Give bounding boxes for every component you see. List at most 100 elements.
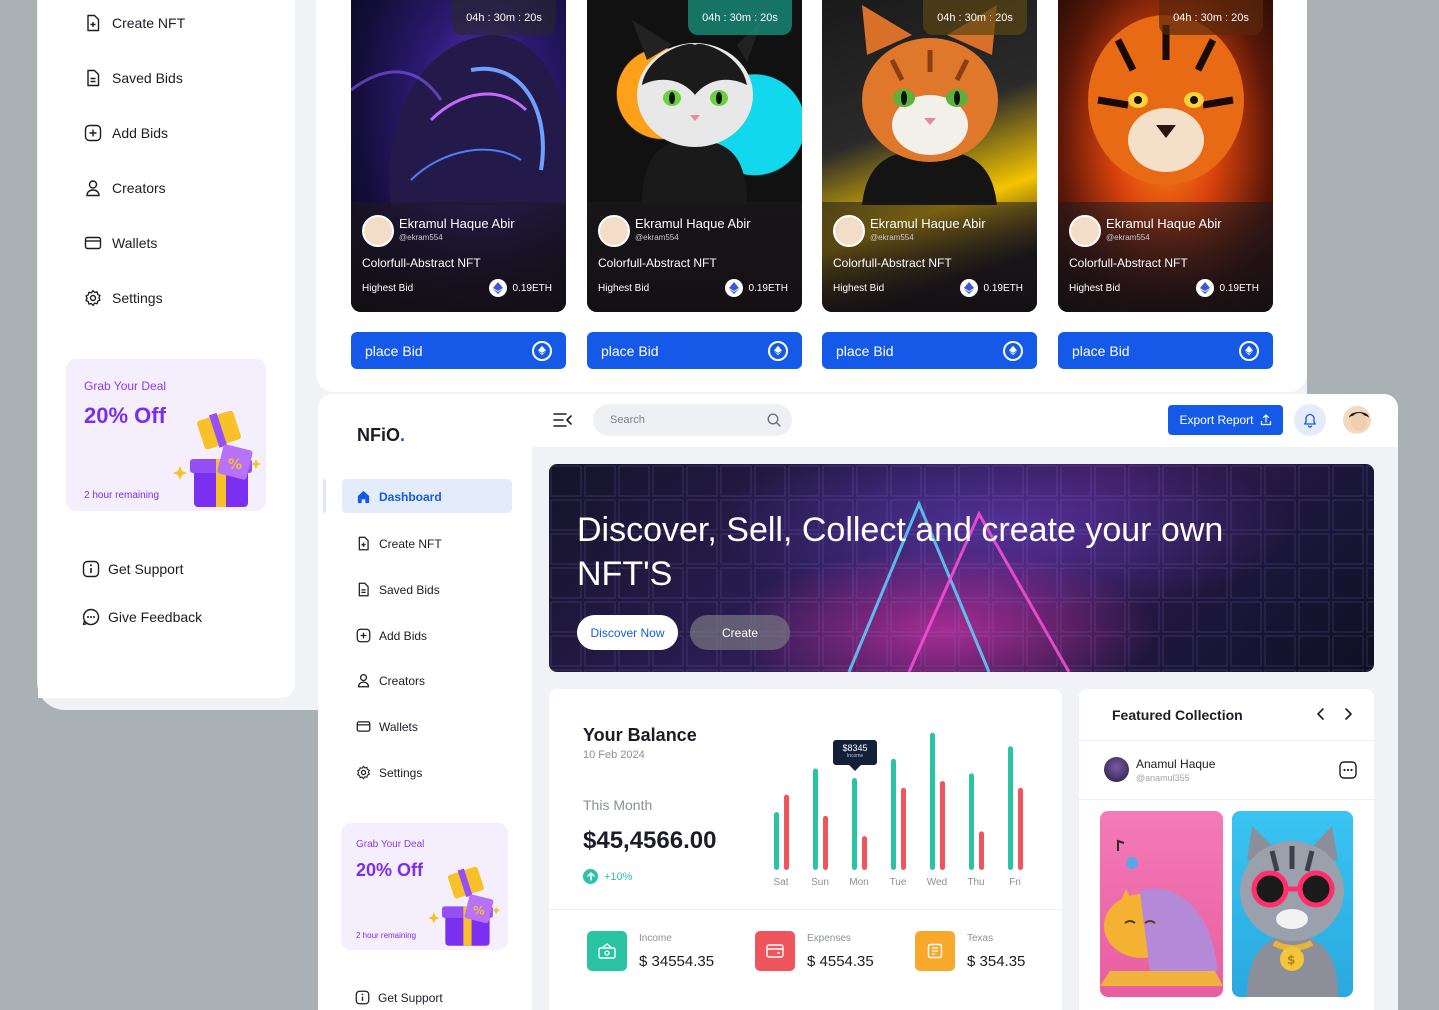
back-nav-creators[interactable]: Creators [84,179,166,197]
promo-label: Grab Your Deal [356,839,425,850]
nft-info: Ekramul Haque Abir @ekram554 Colorfull-A… [822,202,1037,312]
chart-bar-expenses-sat [784,794,789,870]
price: 0.19ETH [724,279,788,297]
nft-info: Ekramul Haque Abir @ekram554 Colorfull-A… [1058,202,1273,312]
nav-label: Wallets [379,719,418,734]
gift-box-icon: % [428,867,501,946]
nav-label: Saved Bids [379,582,440,597]
back-get-support[interactable]: Get Support [82,560,184,578]
nft-card[interactable]: 04h : 30m : 20s Ekramul Haque Abir @ekra… [351,0,566,312]
nav-create-nft[interactable]: Create NFT [356,536,442,551]
file-icon [358,582,369,597]
back-nav-add-bids[interactable]: Add Bids [84,124,168,142]
user-icon [86,180,100,197]
back-nav-wallets[interactable]: Wallets [84,234,157,252]
logo[interactable]: NFiO. [357,425,405,446]
nav-dashboard[interactable]: Dashboard [356,489,442,504]
tooltip-arrow [849,765,861,771]
gear-icon [85,289,101,307]
nav-label: Creators [379,673,426,688]
owner-name: Ekramul Haque Abir [870,216,986,231]
chart-bar-expenses-tue [901,787,906,870]
chat-icon [82,608,100,626]
chart-tick-label: Thu [967,877,984,888]
place-bid-button[interactable]: place Bid [351,332,566,369]
export-report-button[interactable]: Export Report [1168,405,1283,435]
chart-tick-label: Sat [773,877,788,888]
featured-nft-cat-blanket[interactable] [1100,811,1223,997]
chart-bar-income-wed [930,732,935,870]
owner-name: Ekramul Haque Abir [1106,216,1222,231]
get-support-label: Get Support [378,990,443,1005]
nav-wallets[interactable]: Wallets [356,719,418,734]
auction-timer: 04h : 30m : 20s [1159,0,1263,35]
promo-label: Grab Your Deal [84,379,167,393]
promo-discount: 20% Off [84,403,166,428]
featured-user-handle: @anamul355 [1136,773,1190,783]
home-icon [357,490,370,504]
expenses-value: $ 4554.35 [807,953,874,970]
highest-bid-label: Highest Bid [833,283,885,294]
place-bid-button[interactable]: place Bid [587,332,802,369]
featured-nft-cat-sunglasses[interactable]: $ [1232,811,1353,997]
back-nav-saved-bids[interactable]: Saved Bids [84,69,183,87]
highest-bid-label: Highest Bid [362,283,414,294]
logo-text: NFiO [357,425,400,445]
back-give-feedback[interactable]: Give Feedback [82,608,202,626]
back-promo-card[interactable]: Grab Your Deal 20% Off 2 hour remaining … [66,359,266,511]
chart-bar-expenses-fri [1018,787,1023,870]
nav-settings[interactable]: Settings [356,765,422,780]
featured-title: Featured Collection [1112,707,1243,723]
menu-collapse-icon[interactable] [553,412,573,428]
nft-card[interactable]: 04h : 30m : 20s Ekramul Haque Abir @ekra… [822,0,1037,312]
chart-tick-label: Mon [849,877,868,888]
more-options-icon[interactable] [1339,761,1357,779]
owner-handle: @ekram554 [635,233,679,242]
divider [549,909,1062,910]
nav-get-support[interactable]: Get Support [355,990,443,1005]
gear-icon [357,765,370,780]
place-bid-button[interactable]: place Bid [1058,332,1273,369]
user-avatar[interactable] [1341,404,1373,436]
balance-date: 10 Feb 2024 [583,749,645,761]
divider [1079,799,1374,800]
price-value: 0.19ETH [512,282,552,294]
create-button[interactable]: Create [690,615,790,650]
nft-card[interactable]: 04h : 30m : 20s Ekramul Haque Abir @ekra… [587,0,802,312]
nav-label: Create NFT [379,536,442,551]
notifications-button[interactable] [1294,404,1326,436]
promo-remaining: 2 hour remaining [84,490,160,501]
nft-card[interactable]: 04h : 30m : 20s Ekramul Haque Abir @ekra… [1058,0,1273,312]
back-nav-create-nft[interactable]: Create NFT [84,14,185,32]
back-nav-settings[interactable]: Settings [84,289,163,307]
nav-add-bids[interactable]: Add Bids [356,628,427,643]
front-promo-card[interactable]: Grab Your Deal 20% Off 2 hour remaining … [341,823,508,950]
nav-label: Settings [112,290,163,306]
ethereum-icon [1003,340,1023,361]
owner-handle: @ekram554 [399,233,443,242]
nav-saved-bids[interactable]: Saved Bids [356,582,440,597]
wallet-icon [356,721,371,732]
place-bid-button[interactable]: place Bid [822,332,1037,369]
price: 0.19ETH [959,279,1023,297]
ethereum-icon [959,279,978,297]
avatar [1069,215,1101,247]
search-box[interactable]: Search [593,404,792,436]
chevron-right-icon[interactable] [1342,707,1354,721]
active-indicator [323,479,326,513]
income-value: $ 34554.35 [639,953,715,970]
chart-bar-expenses-sun [823,815,828,870]
search-input[interactable]: Search [610,414,645,426]
auction-timer: 04h : 30m : 20s [923,0,1027,35]
price: 0.19ETH [488,279,552,297]
chevron-left-icon[interactable] [1315,707,1327,721]
promo-remaining: 2 hour remaining [356,931,417,940]
nav-creators[interactable]: Creators [356,673,425,688]
nav-label: Settings [379,765,423,780]
discover-now-button[interactable]: Discover Now [577,615,678,650]
bell-icon [1304,413,1316,428]
plus-square-icon [84,124,102,142]
auction-timer: 04h : 30m : 20s [452,0,556,35]
taxes-value: $ 354.35 [967,953,1026,970]
nav-label: Dashboard [379,489,442,504]
